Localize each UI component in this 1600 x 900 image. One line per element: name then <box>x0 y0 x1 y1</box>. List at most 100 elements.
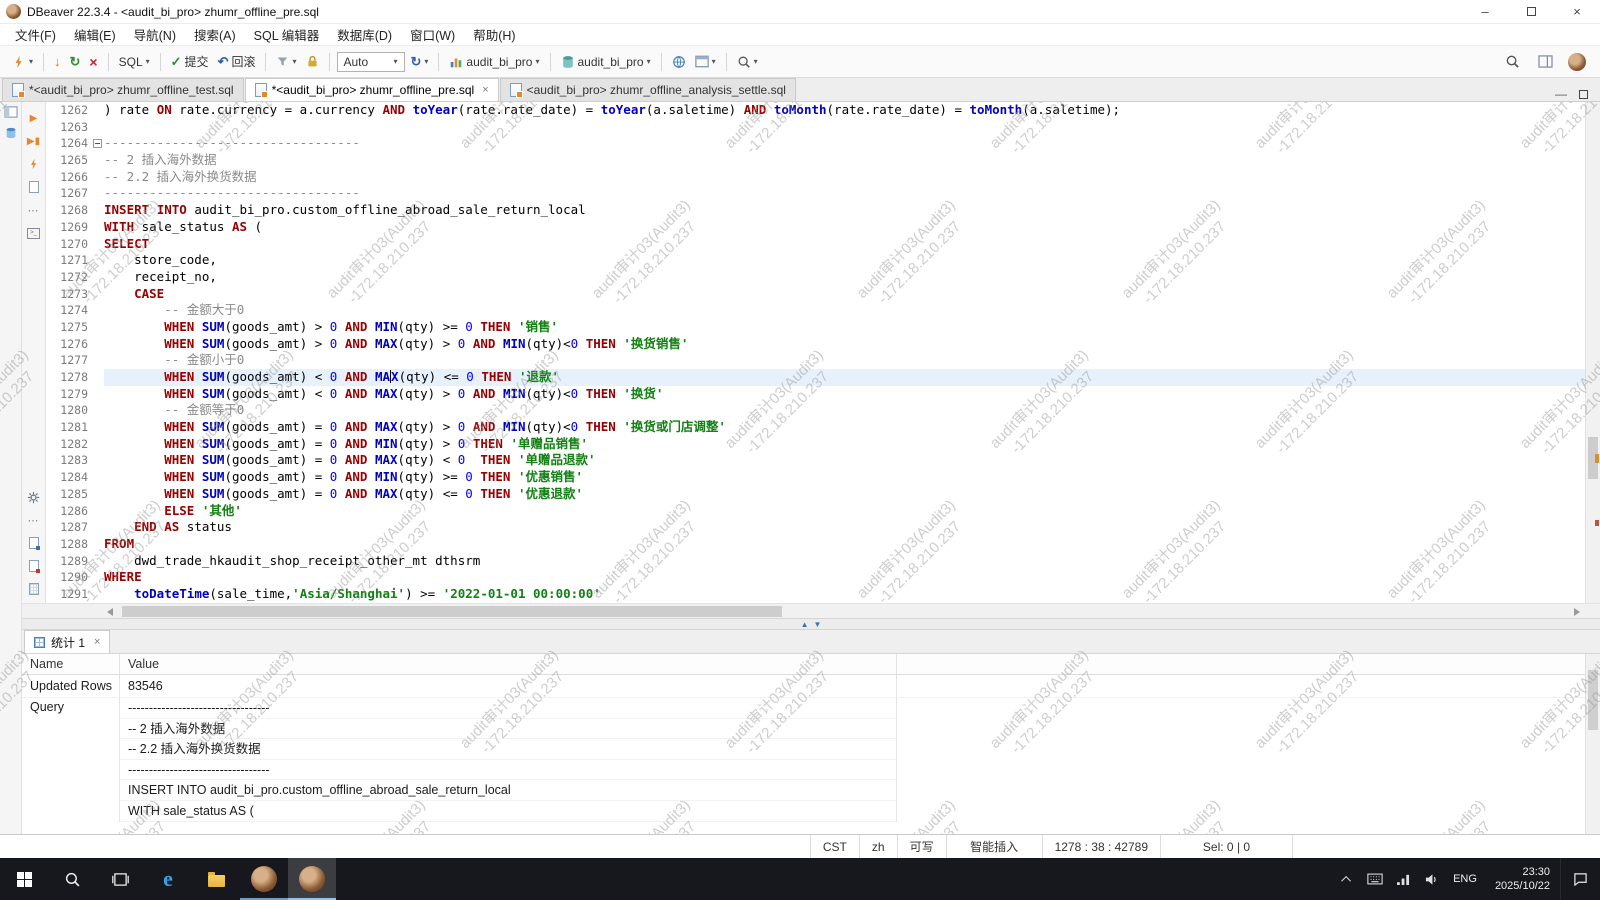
status-timezone[interactable]: CST <box>810 835 859 858</box>
action-center-button[interactable] <box>1560 858 1600 900</box>
quick-search-button[interactable] <box>1502 52 1523 71</box>
code-line: WHERE <box>104 569 1585 586</box>
dbeaver-taskbar-button-active[interactable] <box>288 858 336 900</box>
editor-horizontal-scrollbar[interactable] <box>22 603 1600 618</box>
sql-dialect-dropdown[interactable]: SQL ▾ <box>116 53 153 71</box>
editor-tab[interactable]: *<audit_bi_pro> zhumr_offline_pre.sql× <box>245 78 499 101</box>
taskbar-search-button[interactable] <box>48 858 96 900</box>
toolbar-cancel-button[interactable]: × <box>86 52 100 72</box>
open-console-button[interactable]: >_ <box>26 225 42 241</box>
fold-collapse-icon[interactable] <box>93 139 102 148</box>
table-row[interactable]: Updated Rows 83546 <box>22 675 1600 698</box>
tab-close-icon[interactable]: × <box>94 636 100 648</box>
minimize-button[interactable]: – <box>1462 0 1508 23</box>
export-result-button[interactable] <box>26 535 42 551</box>
scroll-right-icon[interactable] <box>1574 608 1580 616</box>
new-sql-editor-button[interactable]: ▾ <box>9 53 36 71</box>
commit-label: 提交 <box>185 53 209 70</box>
save-report-button[interactable] <box>26 558 42 574</box>
start-button[interactable] <box>0 858 48 900</box>
code-line: WHEN SUM(goods_amt) = 0 AND MAX(qty) <= … <box>104 486 1585 503</box>
globe-button[interactable] <box>669 53 689 71</box>
taskbar-clock[interactable]: 23:30 2025/10/22 <box>1485 858 1560 900</box>
file-explorer-button[interactable] <box>192 858 240 900</box>
database-combo[interactable]: audit_bi_pro ▾ <box>558 53 654 71</box>
explain-plan-button[interactable] <box>26 156 42 172</box>
minimize-view-icon[interactable]: — <box>1555 87 1567 101</box>
menu-item[interactable]: 导航(N) <box>125 25 185 44</box>
database-icon <box>561 55 575 69</box>
edit-script-button[interactable] <box>26 179 42 195</box>
panel-layout-dropdown[interactable]: ▾ <box>692 53 719 70</box>
results-scrollbar[interactable] <box>1585 654 1600 834</box>
maximize-button[interactable] <box>1508 0 1554 23</box>
language-indicator[interactable]: ENG <box>1445 858 1485 900</box>
menu-bar: 文件(F)编辑(E)导航(N)搜索(A)SQL 编辑器数据库(D)窗口(W)帮助… <box>0 24 1600 46</box>
commit-button[interactable]: ✓ 提交 <box>168 51 212 72</box>
search-dropdown[interactable]: ▾ <box>734 53 761 71</box>
menu-item[interactable]: 窗口(W) <box>401 25 464 44</box>
scrollbar-thumb[interactable] <box>1588 670 1598 730</box>
editor-results-splitter[interactable]: ▲ ▼ <box>22 618 1600 630</box>
code-line: toDateTime(sale_time,'Asia/Shanghai') >=… <box>104 586 1585 603</box>
time: 23:30 <box>1522 865 1550 879</box>
line-number: 1265 <box>46 152 104 169</box>
menu-item[interactable]: 文件(F) <box>6 25 65 44</box>
volume-button[interactable] <box>1417 858 1445 900</box>
execute-script-button[interactable]: ▶▮ <box>26 133 42 149</box>
tray-expand-button[interactable] <box>1333 858 1361 900</box>
status-bar: CSTzh可写智能插入1278 : 38 : 42789Sel: 0 | 0 <box>0 834 1600 858</box>
menu-item[interactable]: 数据库(D) <box>328 25 401 44</box>
dbeaver-icon <box>251 866 277 892</box>
column-header-value[interactable]: Value <box>120 654 897 674</box>
transaction-filter-dropdown[interactable]: ▾ <box>273 53 299 70</box>
more-actions-button[interactable]: ⋯ <box>26 202 42 218</box>
tab-close-icon[interactable]: × <box>482 84 488 96</box>
commit-mode-combo[interactable]: Auto ▾ <box>337 52 405 72</box>
editor-tab[interactable]: *<audit_bi_pro> zhumr_offline_test.sql <box>2 78 244 101</box>
menu-item[interactable]: 搜索(A) <box>185 25 245 44</box>
splitter-collapse-down-icon[interactable]: ▼ <box>814 620 822 629</box>
scroll-left-icon[interactable] <box>107 608 113 616</box>
status-writable[interactable]: 可写 <box>897 835 946 858</box>
menu-item[interactable]: 编辑(E) <box>65 25 125 44</box>
database-navigator-icon[interactable] <box>4 126 18 140</box>
scrollbar-thumb[interactable] <box>122 606 782 617</box>
menu-item[interactable]: SQL 编辑器 <box>245 25 329 44</box>
date: 2025/10/22 <box>1495 879 1550 893</box>
menu-item[interactable]: 帮助(H) <box>464 25 524 44</box>
maximize-view-icon[interactable] <box>1579 90 1588 99</box>
commit-check-icon: ✓ <box>171 54 182 70</box>
line-number: 1278 <box>46 369 104 386</box>
more-bottom-actions-button[interactable]: ⋯ <box>26 512 42 528</box>
column-header-name[interactable]: Name <box>22 654 120 674</box>
close-button[interactable]: × <box>1554 0 1600 23</box>
lock-button[interactable] <box>303 53 322 70</box>
settings-button[interactable] <box>26 489 42 505</box>
rollback-button[interactable]: ↶ 回滚 <box>215 51 259 72</box>
status-insert-mode[interactable]: 智能插入 <box>946 835 1042 858</box>
network-button[interactable] <box>1389 858 1417 900</box>
status-language[interactable]: zh <box>859 835 897 858</box>
dbeaver-taskbar-button[interactable] <box>240 858 288 900</box>
sql-editor[interactable]: ) rate ON rate.currency = a.currency AND… <box>104 102 1585 603</box>
splitter-collapse-up-icon[interactable]: ▲ <box>801 620 809 629</box>
toolbar-down-button[interactable]: ↓ <box>51 52 64 71</box>
status-selection[interactable]: Sel: 0 | 0 <box>1160 835 1292 858</box>
refresh-dropdown[interactable]: ↻ ▾ <box>408 52 432 72</box>
statistics-tab[interactable]: 统计 1 × <box>24 630 110 653</box>
restore-view-icon[interactable] <box>4 106 18 118</box>
edge-button[interactable]: e <box>144 858 192 900</box>
table-row[interactable]: Query ----------------------------------… <box>22 698 1600 822</box>
connection-combo[interactable]: audit_bi_pro ▾ <box>446 53 542 71</box>
open-grid-button[interactable] <box>26 581 42 597</box>
editor-tab[interactable]: <audit_bi_pro> zhumr_offline_analysis_se… <box>500 78 796 101</box>
status-cursor-position[interactable]: 1278 : 38 : 42789 <box>1042 835 1160 858</box>
editor-vertical-scrollbar[interactable] <box>1585 102 1600 603</box>
execute-statement-button[interactable]: ▶ <box>26 110 42 126</box>
touch-keyboard-button[interactable] <box>1361 858 1389 900</box>
status-segments: CSTzh可写智能插入1278 : 38 : 42789Sel: 0 | 0 <box>810 835 1292 858</box>
toolbar-refresh-button[interactable]: ↻ <box>67 52 84 72</box>
toggle-panels-button[interactable] <box>1535 53 1556 70</box>
task-view-button[interactable] <box>96 858 144 900</box>
